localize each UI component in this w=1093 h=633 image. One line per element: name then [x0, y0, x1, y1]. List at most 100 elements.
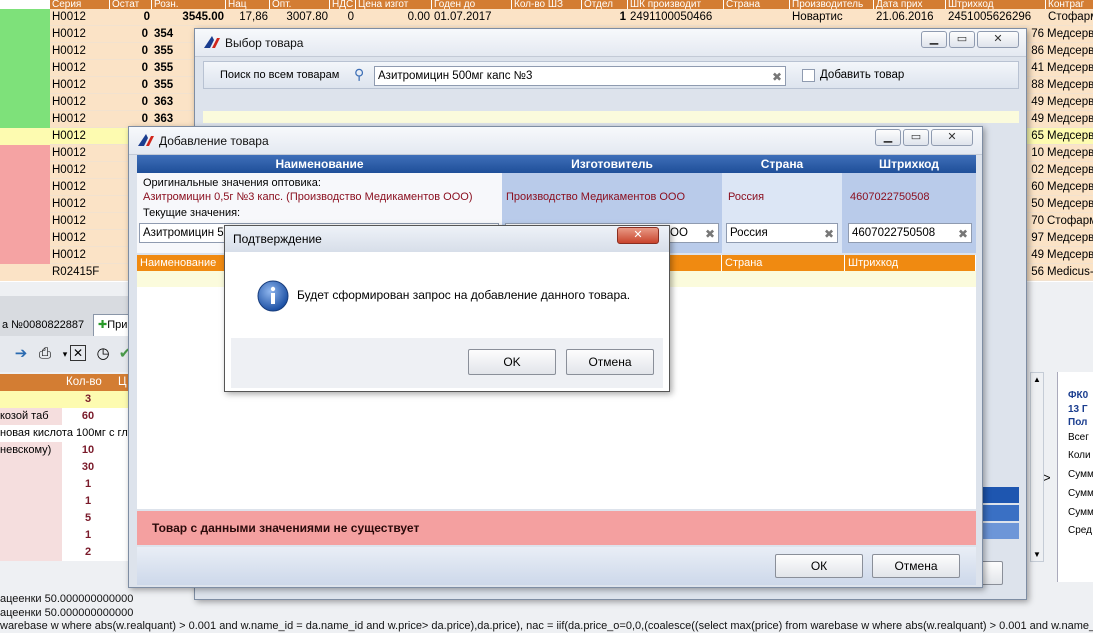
grid-cell-price: 355: [154, 79, 174, 91]
row-status-cell: [0, 145, 50, 162]
add-window-title: Добавление товара: [159, 134, 269, 148]
grid-col-header[interactable]: Цена изгот: [356, 0, 432, 9]
minimize-button[interactable]: ▁: [875, 129, 901, 146]
summary-scrollbar[interactable]: ▲ ▼: [1030, 372, 1044, 562]
confirm-dialog: Подтверждение ✕ Будет сформирован запрос…: [224, 225, 670, 392]
add-product-checkbox[interactable]: [802, 69, 815, 82]
current-barcode-input[interactable]: 4607022750508 ✖: [848, 223, 972, 243]
item-name: [0, 527, 62, 544]
plus-icon: ✚: [98, 319, 108, 331]
list-item[interactable]: 2: [0, 544, 130, 561]
maximize-button[interactable]: ▭: [949, 31, 975, 48]
add-item-icon[interactable]: ➔: [12, 345, 30, 363]
grid-cell-agent: Медсерв: [1047, 113, 1093, 125]
maximize-button[interactable]: ▭: [903, 129, 929, 146]
clear-search-icon[interactable]: ✖: [772, 68, 782, 85]
select-window-titlebar[interactable]: Выбор товара ▁ ▭ ✕: [195, 29, 1026, 57]
grid-cell-stock: 0: [141, 79, 148, 91]
grid-col-header[interactable]: Страна: [724, 0, 790, 9]
grid-col-header[interactable]: ШК производит: [628, 0, 724, 9]
grid-cell-price: 355: [154, 45, 174, 57]
grid-col-header[interactable]: Нац: [226, 0, 270, 9]
grid-cell-serie: H0012: [52, 198, 86, 210]
log-line-1: ацеенки 50.000000000000: [0, 593, 134, 605]
list-item[interactable]: 30: [0, 459, 130, 476]
close-button[interactable]: ✕: [977, 31, 1019, 48]
item-name: [0, 391, 62, 408]
grid-cell: 0: [347, 11, 354, 23]
grid-col-header[interactable]: Остат: [110, 0, 152, 9]
row-status-cell: [0, 247, 50, 264]
confirm-titlebar[interactable]: Подтверждение ✕: [225, 226, 669, 252]
confirm-close-button[interactable]: ✕: [617, 227, 659, 244]
grid-col-header[interactable]: Розн.: [152, 0, 226, 9]
col-head-country: Страна: [722, 155, 842, 173]
search-input[interactable]: Азитромицин 500мг капс №3 ✖: [374, 66, 786, 86]
confirm-cancel-button[interactable]: Отмена: [566, 349, 654, 375]
list-item[interactable]: 3: [0, 391, 130, 408]
row-status-cell: [0, 230, 50, 247]
grid-col-header[interactable]: НДС: [330, 0, 356, 9]
grid-cell-serie: H0012: [52, 181, 86, 193]
summary-line: Всег: [1068, 432, 1089, 443]
clear-barcode-icon[interactable]: ✖: [958, 225, 968, 242]
subgrid-head-country: Страна: [722, 255, 845, 271]
select-grid-row[interactable]: [203, 111, 1019, 123]
search-icon[interactable]: ⚲: [354, 66, 364, 83]
print-icon[interactable]: ⎙: [36, 345, 54, 363]
list-item[interactable]: 1: [0, 493, 130, 510]
grid-cell-barcode-tail: 97: [1031, 232, 1044, 244]
grid-cell-agent: Медсерв: [1047, 45, 1093, 57]
list-item[interactable]: 1: [0, 527, 130, 544]
grid-cell-serie: H0012: [52, 249, 86, 261]
grid-row[interactable]: H0012 0 3545.00 17,86 3007.80 0 0.00 01.07.2017…: [0, 9, 1093, 26]
list-item[interactable]: 1: [0, 476, 130, 493]
grid-cell-serie: H0012: [52, 45, 86, 57]
item-name: козой таб: [0, 408, 62, 425]
delete-icon[interactable]: ✕: [70, 345, 86, 361]
minimize-button[interactable]: ▁: [921, 31, 947, 48]
bottom-grid-header-name: [0, 374, 62, 391]
grid-cell-barcode-tail: 49: [1031, 249, 1044, 261]
close-button[interactable]: ✕: [931, 129, 973, 146]
grid-cell: 1: [619, 11, 626, 23]
grid-col-header[interactable]: Опт.: [270, 0, 330, 9]
list-item[interactable]: новая кислота 100мг с гл: [0, 425, 135, 442]
add-window-titlebar[interactable]: Добавление товара ▁ ▭ ✕: [129, 127, 982, 155]
grid-cell: 21.06.2016: [876, 11, 934, 23]
row-status-cell: [0, 128, 50, 145]
grid-col-header[interactable]: Кол-во ШЗ: [512, 0, 582, 9]
confirm-ok-button[interactable]: OK: [468, 349, 556, 375]
grid-cell-serie: H0012: [52, 62, 86, 74]
grid-col-header[interactable]: Годен до: [432, 0, 512, 9]
grid-cell: 17,86: [239, 11, 268, 23]
list-item[interactable]: козой таб 60: [0, 408, 130, 425]
grid-col-header[interactable]: Отдел: [582, 0, 628, 9]
grid-col-header[interactable]: Дата прих: [874, 0, 946, 9]
current-country-input[interactable]: Россия ✖: [726, 223, 838, 243]
list-item[interactable]: 5: [0, 510, 130, 527]
tab-prihod[interactable]: ✚При: [93, 314, 133, 336]
item-qty: 5: [84, 512, 92, 524]
item-name: [0, 476, 62, 493]
grid-cell-serie: H0012: [52, 28, 86, 40]
add-cancel-button[interactable]: Отмена: [872, 554, 960, 578]
grid-col-header[interactable]: Контраг: [1046, 0, 1093, 9]
summary-line: Сред: [1068, 525, 1092, 536]
clear-country-icon[interactable]: ✖: [824, 225, 834, 242]
tab-document[interactable]: а №0080822887: [0, 314, 96, 336]
grid-cell: [726, 9, 790, 26]
item-qty: 10: [81, 444, 95, 456]
grid-cell-serie: H0012: [52, 215, 86, 227]
grid-cell-agent: Медсерв: [1047, 96, 1093, 108]
clock-icon[interactable]: ◷: [94, 345, 112, 363]
grid-col-header[interactable]: Серия: [50, 0, 110, 9]
expand-arrow-icon[interactable]: >: [1043, 470, 1051, 485]
grid-cell-stock: 0: [141, 96, 148, 108]
add-ok-button[interactable]: ОК: [775, 554, 863, 578]
item-qty: 1: [84, 529, 92, 541]
list-item[interactable]: невскому) 10: [0, 442, 130, 459]
grid-col-header[interactable]: Производитель: [790, 0, 874, 9]
grid-col-header[interactable]: Штрихкод: [946, 0, 1046, 9]
clear-maker-icon[interactable]: ✖: [705, 225, 715, 242]
